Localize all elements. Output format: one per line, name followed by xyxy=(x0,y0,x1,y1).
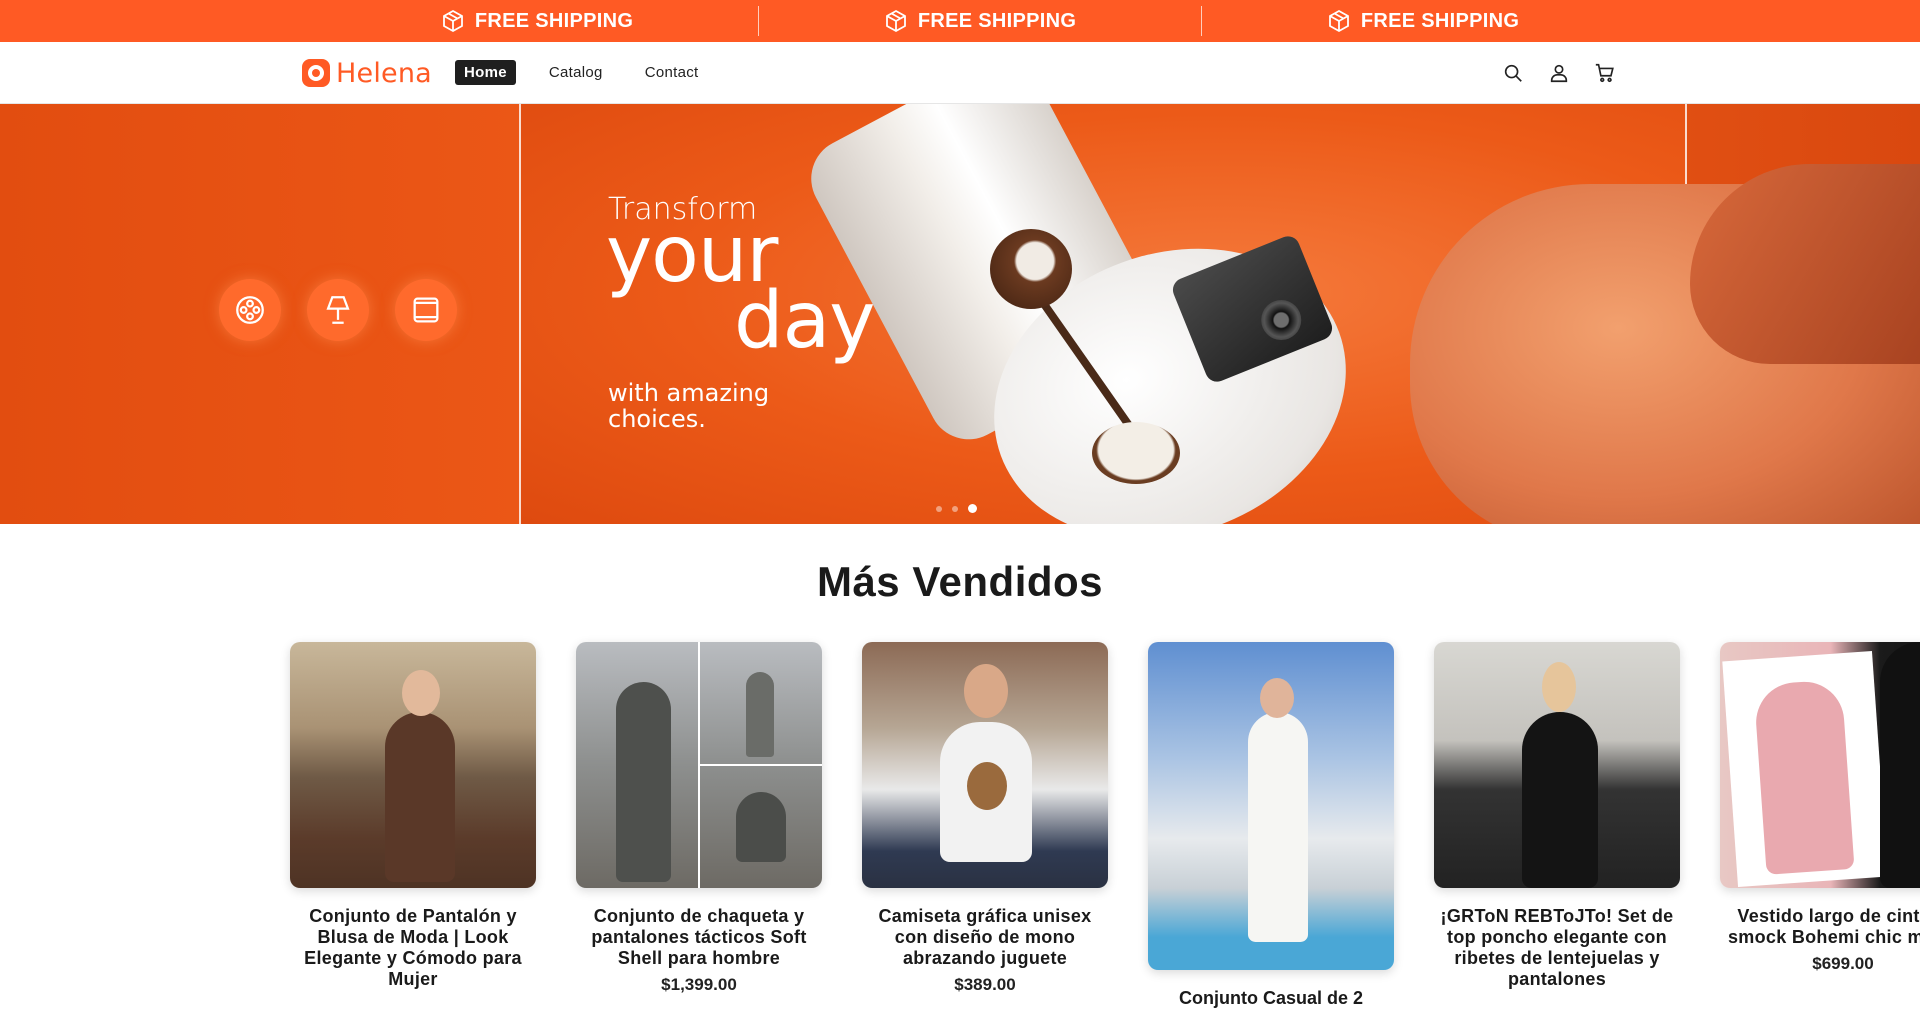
product-title[interactable]: ¡GRToN REBToJTo! Set de top poncho elega… xyxy=(1434,906,1680,990)
product-image[interactable] xyxy=(1148,642,1394,970)
product-card[interactable]: Conjunto de Pantalón y Blusa de Moda | L… xyxy=(290,642,536,990)
product-image[interactable] xyxy=(1720,642,1920,888)
product-price: $389.00 xyxy=(954,975,1016,994)
box-icon xyxy=(442,9,463,33)
hero-product-image xyxy=(1092,422,1180,484)
announcement-item: FREE SHIPPING xyxy=(1202,0,1644,42)
announcement-bar: FREE SHIPPING FREE SHIPPING FREE SHIPPIN… xyxy=(0,0,1920,42)
film-reel-icon xyxy=(219,279,281,341)
main-nav: Home Catalog Contact xyxy=(455,60,707,85)
slider-dot-active[interactable] xyxy=(968,504,977,513)
product-card[interactable]: Conjunto de chaqueta y pantalones táctic… xyxy=(576,642,822,995)
product-title[interactable]: Camiseta gráfica unisex con diseño de mo… xyxy=(862,906,1108,969)
logo-icon xyxy=(302,59,330,87)
product-card[interactable]: Vestido largo de cintura smock Bohemi ch… xyxy=(1720,642,1920,974)
product-image[interactable] xyxy=(862,642,1108,888)
product-price: $699.00 xyxy=(1812,954,1874,973)
announcement-item: FREE SHIPPING xyxy=(759,0,1201,42)
frame-icon xyxy=(395,279,457,341)
product-card[interactable]: ¡GRToN REBToJTo! Set de top poncho elega… xyxy=(1434,642,1680,990)
header-icons xyxy=(1500,60,1618,86)
nav-catalog[interactable]: Catalog xyxy=(540,60,612,85)
slider-dot[interactable] xyxy=(952,505,958,512)
site-header: Helena Home Catalog Contact xyxy=(0,42,1920,104)
announcement-item: FREE SHIPPING xyxy=(316,0,758,42)
product-card[interactable]: Conjunto Casual de 2 xyxy=(1148,642,1394,1009)
product-title[interactable]: Vestido largo de cintura smock Bohemi ch… xyxy=(1720,906,1920,948)
search-icon[interactable] xyxy=(1500,60,1526,86)
announcement-text: FREE SHIPPING xyxy=(917,9,1077,32)
product-title[interactable]: Conjunto de chaqueta y pantalones táctic… xyxy=(576,906,822,969)
nav-contact[interactable]: Contact xyxy=(636,60,708,85)
hero-banner[interactable]: Transform your day with amazing choices. xyxy=(0,104,1920,524)
product-image[interactable] xyxy=(290,642,536,888)
product-price: $1,399.00 xyxy=(661,975,737,994)
cart-icon[interactable] xyxy=(1592,60,1618,86)
section-title: Más Vendidos xyxy=(816,558,1104,605)
box-icon xyxy=(885,9,906,33)
slider-dots xyxy=(936,504,977,513)
lamp-icon xyxy=(307,279,369,341)
announcement-text: FREE SHIPPING xyxy=(1360,9,1520,32)
product-image[interactable] xyxy=(1434,642,1680,888)
hero-headline: your day xyxy=(606,216,875,360)
account-icon[interactable] xyxy=(1546,60,1572,86)
product-title[interactable]: Conjunto de Pantalón y Blusa de Moda | L… xyxy=(290,906,536,990)
product-image[interactable] xyxy=(576,642,822,888)
slider-dot[interactable] xyxy=(936,505,942,512)
announcement-text: FREE SHIPPING xyxy=(474,9,634,32)
logo[interactable]: Helena xyxy=(302,56,432,90)
product-card[interactable]: Camiseta gráfica unisex con diseño de mo… xyxy=(862,642,1108,995)
box-icon xyxy=(1328,9,1349,33)
product-title[interactable]: Conjunto Casual de 2 xyxy=(1148,988,1394,1009)
logo-text: Helena xyxy=(336,57,432,89)
hero-tagline: with amazing choices. xyxy=(608,379,770,433)
nav-home[interactable]: Home xyxy=(455,60,516,85)
hero-product-image xyxy=(990,229,1072,309)
